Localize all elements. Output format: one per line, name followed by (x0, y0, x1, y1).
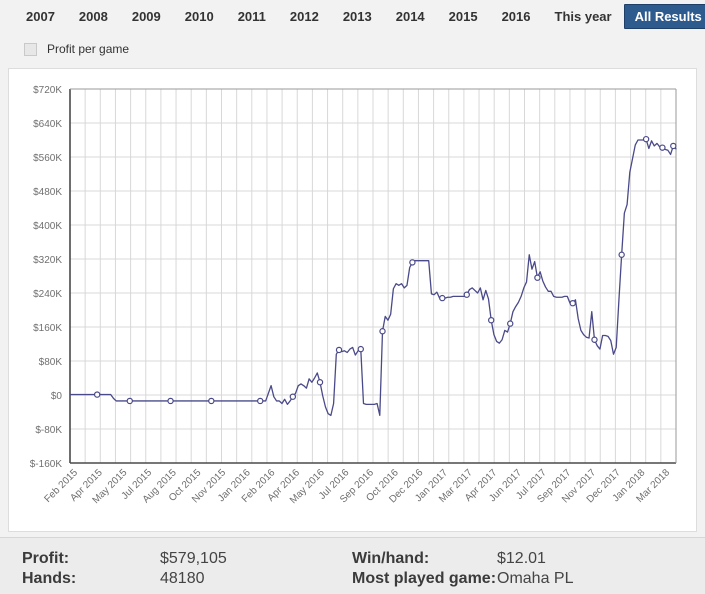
y-axis-tick-label: $240K (33, 289, 62, 300)
tab-2011[interactable]: 2011 (226, 5, 278, 28)
data-point-marker[interactable] (660, 145, 665, 150)
data-point-marker[interactable] (644, 137, 649, 142)
tab-2016[interactable]: 2016 (490, 5, 543, 28)
data-point-marker[interactable] (317, 380, 322, 385)
winhand-label: Win/hand: (352, 550, 429, 568)
tab-2008[interactable]: 2008 (67, 5, 120, 28)
profit-per-game-label: Profit per game (47, 42, 129, 56)
data-point-marker[interactable] (508, 321, 513, 326)
data-point-marker[interactable] (290, 394, 295, 399)
y-axis-tick-label: $320K (33, 255, 62, 266)
tab-this-year[interactable]: This year (543, 5, 624, 28)
y-axis-tick-label: $-160K (30, 459, 63, 470)
y-axis-tick-label: $480K (33, 187, 62, 198)
data-point-marker[interactable] (209, 398, 214, 403)
data-point-marker[interactable] (127, 398, 132, 403)
y-axis-tick-label: $-80K (35, 425, 62, 436)
period-tabbar: 2007200820092010201120122013201420152016… (0, 0, 705, 33)
data-point-marker[interactable] (570, 301, 575, 306)
y-axis-tick-label: $560K (33, 153, 62, 164)
y-axis-tick-label: $640K (33, 119, 62, 130)
data-point-marker[interactable] (671, 143, 676, 148)
data-point-marker[interactable] (619, 252, 624, 257)
profit-line-chart: $720K $640K $560K $480K $400K $320K $240K $160K… (9, 69, 696, 531)
most-played-game-value: Omaha PL (497, 570, 573, 588)
profit-label: Profit: (22, 550, 69, 568)
summary-stats: Profit: $579,105 Hands: 48180 Win/hand: … (0, 537, 705, 594)
winhand-value: $12.01 (497, 550, 546, 568)
y-axis-tick-label: $720K (33, 85, 62, 96)
tab-all-results[interactable]: All Results (624, 4, 705, 29)
hands-label: Hands: (22, 570, 76, 588)
profit-graph-page: 2007200820092010201120122013201420152016… (0, 0, 705, 593)
y-axis-tick-label: $80K (39, 357, 63, 368)
data-point-marker[interactable] (336, 347, 341, 352)
chart-panel: $720K $640K $560K $480K $400K $320K $240K $160K… (8, 68, 697, 532)
data-point-marker[interactable] (592, 337, 597, 342)
data-point-marker[interactable] (95, 392, 100, 397)
data-point-marker[interactable] (464, 292, 469, 297)
data-point-marker[interactable] (258, 398, 263, 403)
data-point-marker[interactable] (535, 275, 540, 280)
y-axis-tick-label: $400K (33, 221, 62, 232)
data-point-marker[interactable] (168, 398, 173, 403)
tab-2014[interactable]: 2014 (384, 5, 437, 28)
tab-2013[interactable]: 2013 (331, 5, 384, 28)
tab-2010[interactable]: 2010 (173, 5, 226, 28)
options-row: Profit per game (0, 36, 705, 62)
y-axis-tick-label: $160K (33, 323, 62, 334)
data-point-marker[interactable] (380, 329, 385, 334)
data-point-marker[interactable] (489, 318, 494, 323)
tab-2007[interactable]: 2007 (14, 5, 67, 28)
data-point-marker[interactable] (358, 347, 363, 352)
tab-2009[interactable]: 2009 (120, 5, 173, 28)
most-played-game-label: Most played game: (352, 570, 496, 588)
profit-per-game-checkbox[interactable] (24, 43, 37, 56)
tab-2012[interactable]: 2012 (278, 5, 331, 28)
hands-value: 48180 (160, 570, 205, 588)
data-point-marker[interactable] (440, 296, 445, 301)
y-axis-tick-label: $0 (51, 391, 63, 402)
data-point-marker[interactable] (410, 260, 415, 265)
profit-value: $579,105 (160, 550, 227, 568)
tab-2015[interactable]: 2015 (437, 5, 490, 28)
